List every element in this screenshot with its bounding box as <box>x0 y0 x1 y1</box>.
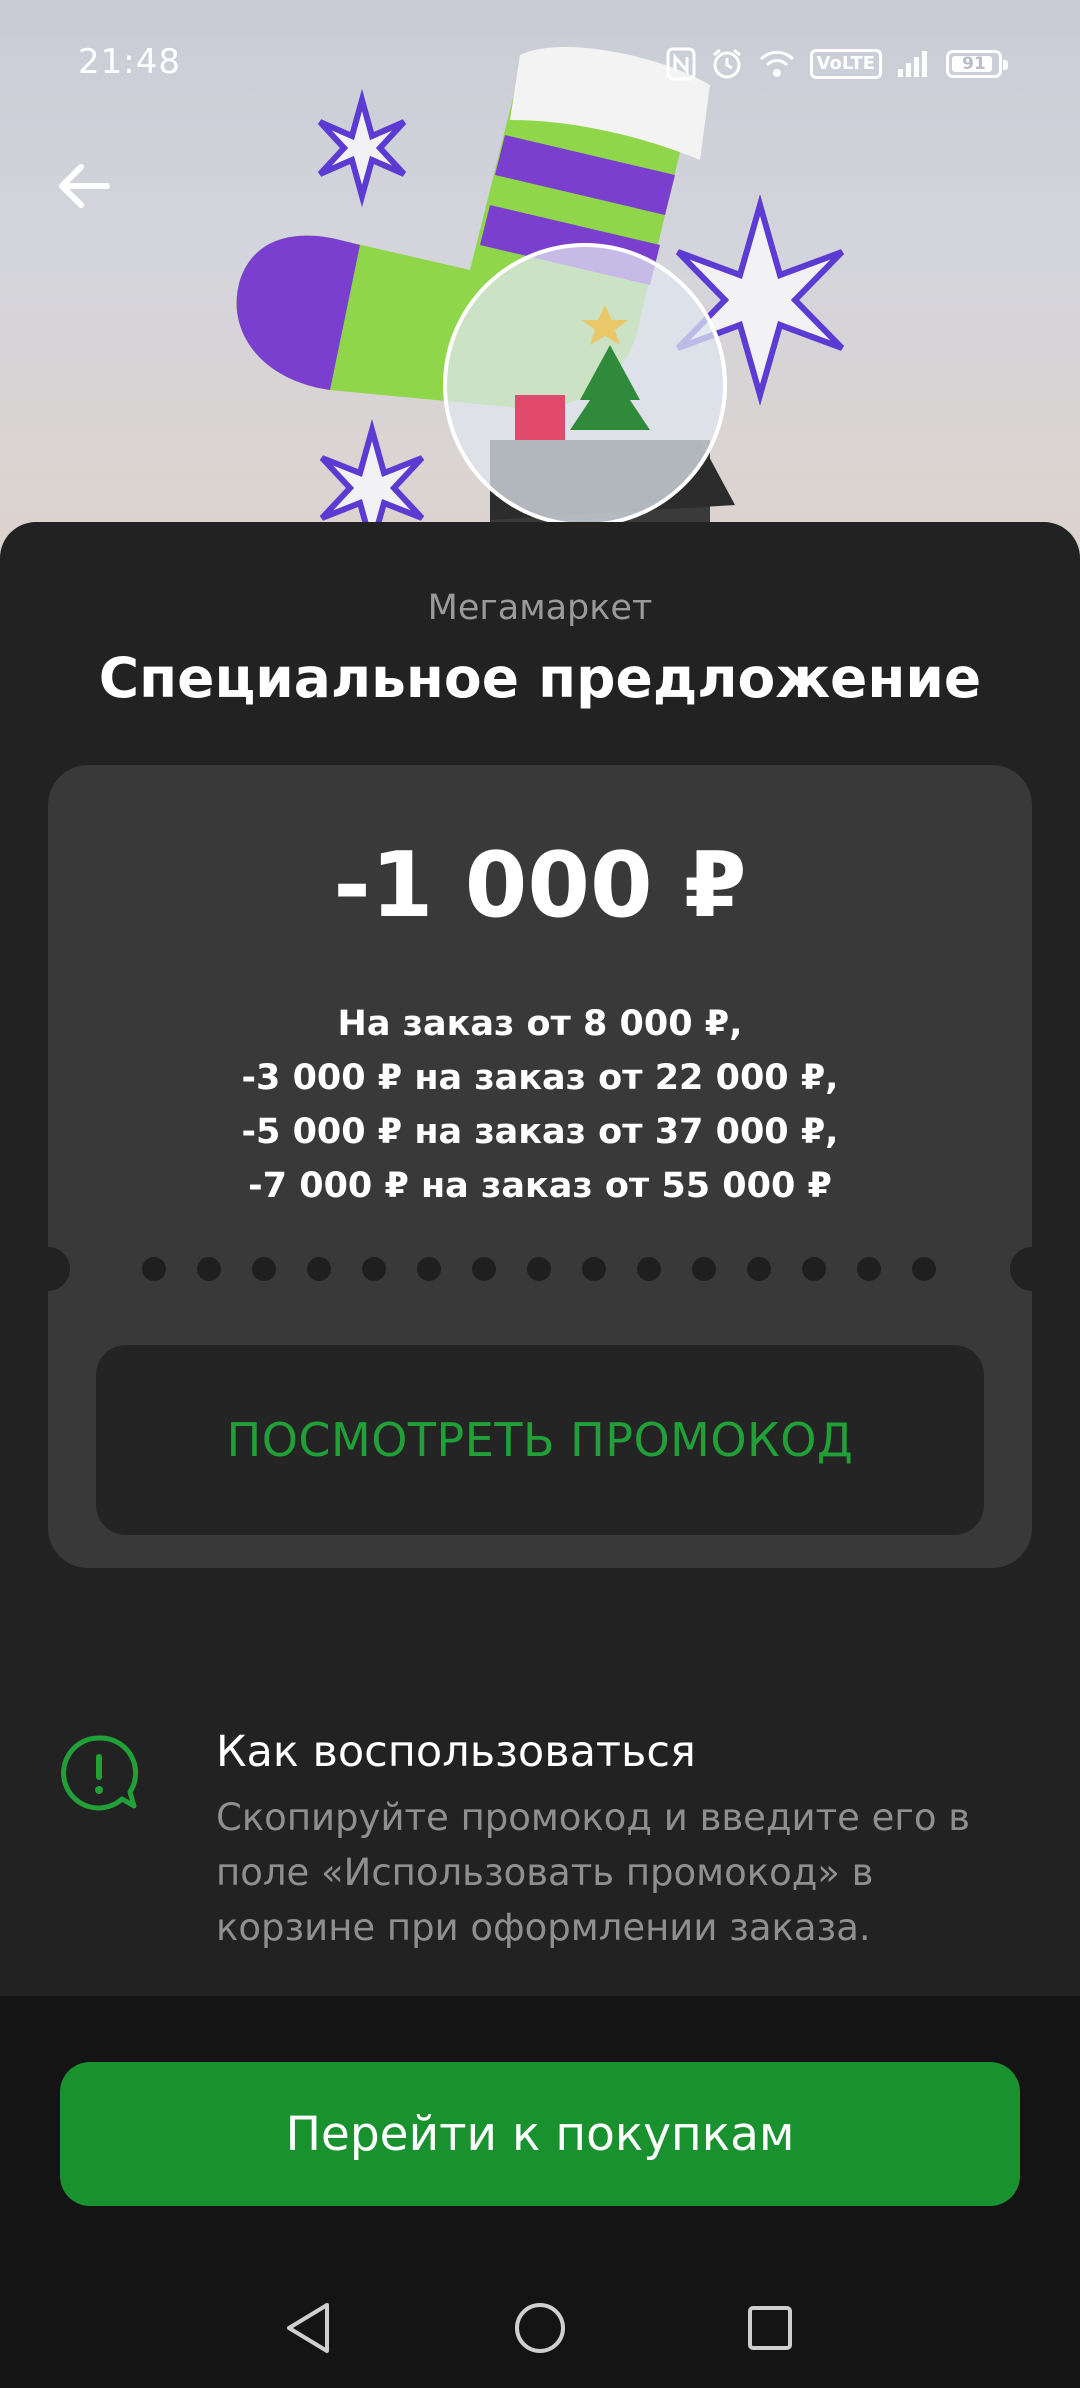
condition-line: На заказ от 8 000 ₽, <box>337 1004 743 1044</box>
perforation-divider <box>142 1257 936 1281</box>
status-icons: VoLTE 91 <box>666 44 1008 84</box>
status-bar: 21:48 VoLTE 91 <box>0 0 1080 120</box>
message-alert-icon <box>61 1735 139 1811</box>
bottom-panel: Перейти к покупкам <box>0 1996 1080 2388</box>
discount-conditions: На заказ от 8 000 ₽, -3 000 ₽ на заказ о… <box>48 997 1032 1213</box>
alarm-icon <box>710 47 744 81</box>
back-button[interactable] <box>48 150 120 222</box>
condition-line: -5 000 ₽ на заказ от 37 000 ₽, <box>241 1112 839 1152</box>
battery-icon: 91 <box>946 50 1008 78</box>
nav-recents-button[interactable] <box>730 2288 810 2368</box>
nav-back-button[interactable] <box>268 2288 348 2368</box>
status-time: 21:48 <box>78 42 181 82</box>
nfc-icon <box>666 47 696 81</box>
offer-sheet: Мегамаркет Специальное предложение -1 00… <box>0 522 1080 1996</box>
show-promocode-button[interactable]: ПОСМОТРЕТЬ ПРОМОКОД <box>96 1345 984 1535</box>
condition-line: -7 000 ₽ на заказ от 55 000 ₽ <box>248 1166 832 1206</box>
discount-amount: -1 000 ₽ <box>333 833 747 938</box>
nav-home-button[interactable] <box>500 2288 580 2368</box>
back-triangle-icon <box>287 2303 329 2353</box>
merchant-name: Мегамаркет <box>427 588 653 628</box>
howto-description: Скопируйте промокод и введите его в поле… <box>216 1796 971 1949</box>
arrow-left-icon <box>59 164 110 208</box>
home-circle-icon <box>515 2303 565 2353</box>
page-title: Специальное предложение <box>98 646 982 710</box>
signal-icon <box>896 49 932 79</box>
recents-square-icon <box>748 2306 792 2350</box>
hero-banner: 21:48 VoLTE 91 <box>0 0 1080 560</box>
coupon-card: -1 000 ₽ На заказ от 8 000 ₽, -3 000 ₽ н… <box>48 765 1032 1568</box>
system-nav-bar <box>0 2258 1080 2388</box>
volte-icon: VoLTE <box>809 49 882 79</box>
go-shopping-button[interactable]: Перейти к покупкам <box>60 2062 1020 2206</box>
howto-title: Как воспользоваться <box>216 1727 696 1777</box>
wifi-icon <box>758 49 796 79</box>
condition-line: -3 000 ₽ на заказ от 22 000 ₽, <box>241 1058 839 1098</box>
